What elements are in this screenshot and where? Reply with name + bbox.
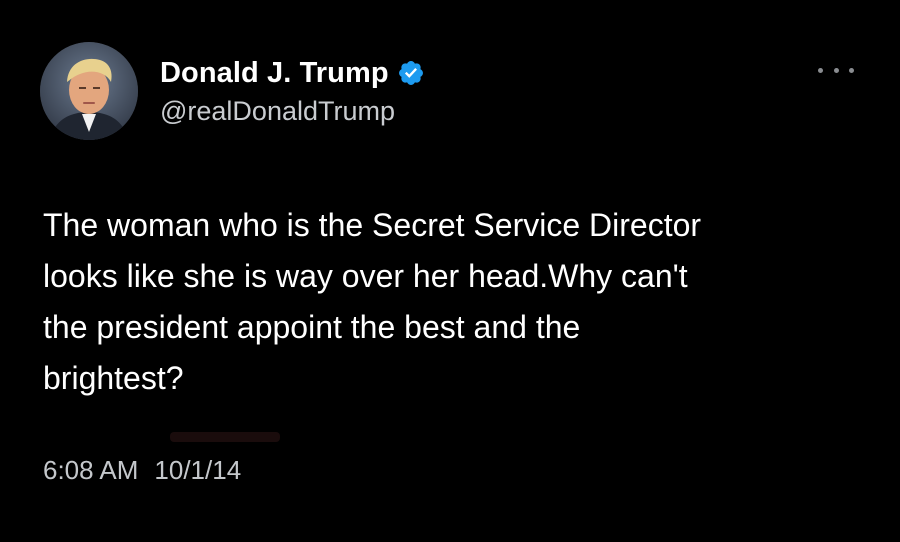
tweet-card: Donald J. Trump @realDonaldTrump The wom… <box>0 0 900 542</box>
avatar[interactable] <box>40 42 138 140</box>
more-dot <box>833 67 839 73</box>
avatar-portrait-icon <box>40 42 138 140</box>
verified-badge-icon <box>397 59 425 87</box>
tweet-time: 6:08 AM <box>43 454 139 485</box>
tweet-date: 10/1/14 <box>154 454 242 485</box>
image-artifact <box>170 432 280 442</box>
more-dot <box>818 67 823 73</box>
tweet-timestamp[interactable]: 6:08 AM 10/1/14 <box>43 452 241 488</box>
author-display-name[interactable]: Donald J. Trump <box>160 57 389 90</box>
more-dot <box>849 67 854 73</box>
author-name-row: Donald J. Trump <box>160 54 425 92</box>
tweet-text: The woman who is the Secret Service Dire… <box>43 207 702 396</box>
author-handle[interactable]: @realDonaldTrump <box>160 96 395 127</box>
more-options-icon[interactable] <box>818 60 854 80</box>
